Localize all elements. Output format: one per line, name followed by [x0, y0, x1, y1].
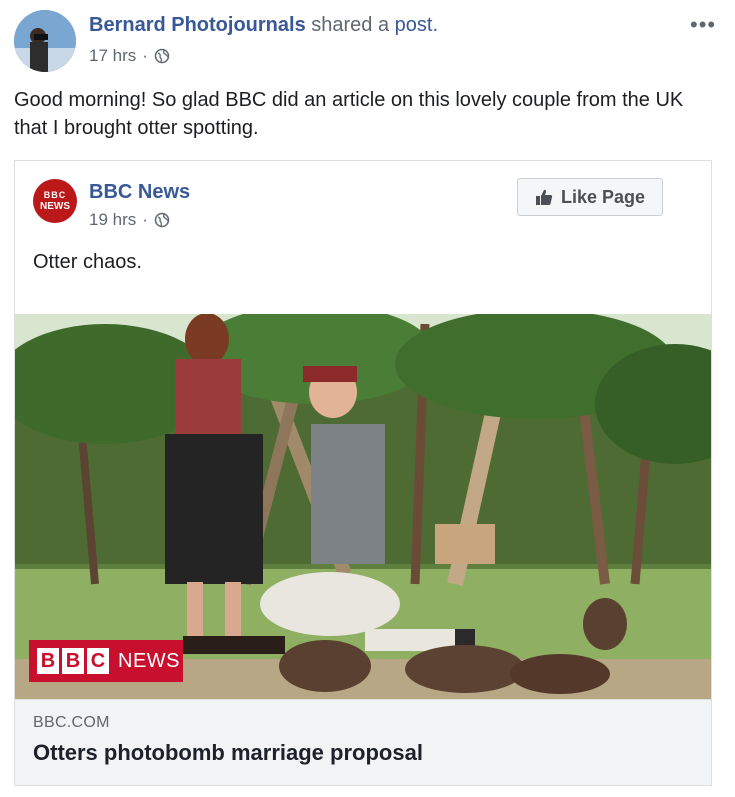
meta-separator: · [142, 210, 148, 229]
article-photo[interactable]: B B C NEWS [15, 314, 711, 699]
meta-separator: · [142, 46, 148, 65]
link-domain: BBC.COM [33, 714, 110, 731]
globe-icon[interactable] [154, 48, 170, 64]
more-horizontal-icon: ••• [690, 12, 717, 37]
shared-post-meta: 19 hrs · [89, 210, 170, 230]
bbc-news-logo[interactable]: BBC NEWS [33, 179, 77, 223]
like-page-button[interactable]: Like Page [517, 178, 663, 216]
bbc-letter-c: C [87, 648, 109, 674]
bbc-news-word: NEWS [118, 649, 180, 672]
shared-post-card: BBC NEWS BBC News 19 hrs · Like Page Ott… [14, 160, 712, 786]
bbc-letter-b2: B [62, 648, 84, 674]
author-action-text: shared a [311, 14, 390, 36]
post-header-line: Bernard Photojournals shared a post. [89, 14, 438, 37]
link-preview[interactable]: BBC.COM Otters photobomb marriage propos… [15, 699, 711, 785]
author-avatar[interactable] [14, 10, 76, 72]
shared-page-name[interactable]: BBC News [89, 181, 190, 204]
shared-post-text: Otter chaos. [33, 251, 142, 273]
post-text: Good morning! So glad BBC did an article… [14, 89, 684, 139]
post-meta: 17 hrs · [89, 46, 170, 66]
more-options-button[interactable]: ••• [690, 12, 716, 38]
like-page-label: Like Page [560, 186, 646, 207]
bbc-logo-line1: BBC [43, 190, 67, 200]
shared-post-link[interactable]: post. [395, 14, 438, 36]
bbc-logo-line2: NEWS [40, 201, 70, 212]
thumbs-up-icon [535, 189, 553, 205]
bbc-letter-b1: B [37, 648, 59, 674]
author-name-link[interactable]: Bernard Photojournals [89, 14, 306, 36]
post-timestamp[interactable]: 17 hrs [89, 46, 136, 66]
facebook-post: Bernard Photojournals shared a post. 17 … [0, 0, 735, 797]
globe-icon[interactable] [154, 212, 170, 228]
bbc-news-watermark: B B C NEWS [29, 640, 183, 682]
link-title[interactable]: Otters photobomb marriage proposal [33, 740, 423, 766]
shared-post-timestamp[interactable]: 19 hrs [89, 210, 136, 230]
